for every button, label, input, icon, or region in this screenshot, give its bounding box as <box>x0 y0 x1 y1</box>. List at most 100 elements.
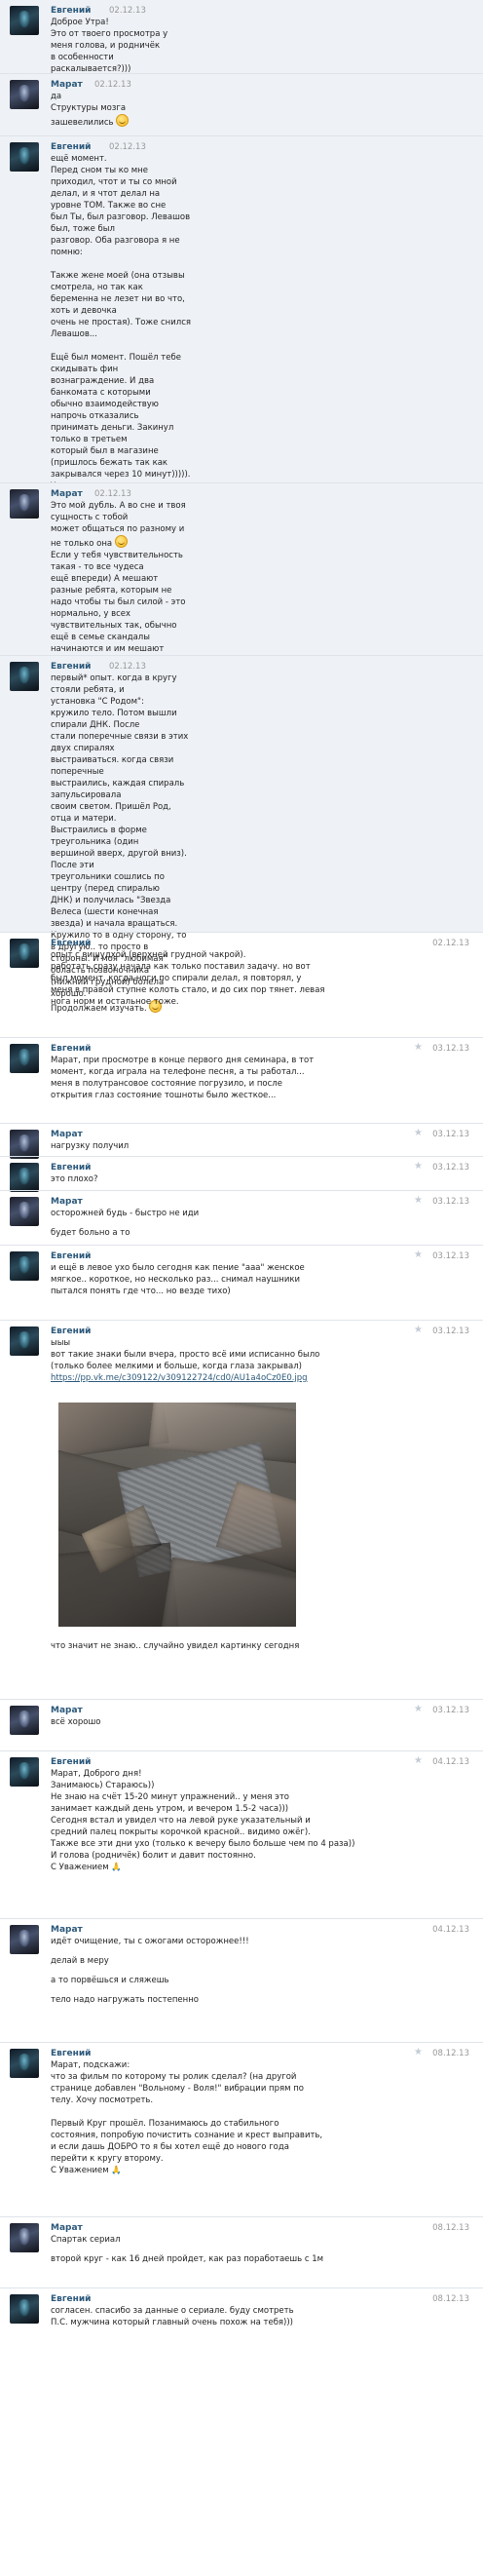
message-line: ещё момент. <box>51 153 191 165</box>
message-author[interactable]: Евгений <box>51 661 91 673</box>
message-author[interactable]: Евгений <box>51 1326 91 1337</box>
message-line: идёт очищение, ты с ожогами осторожнее!!… <box>51 1936 469 1947</box>
message-author[interactable]: Евгений <box>51 2048 91 2059</box>
message-text: принимать деньги. Закинул только в треть… <box>51 423 176 444</box>
avatar[interactable] <box>10 939 39 968</box>
message: Евгений 02.12.13 Доброе Утра! Это от твоего… <box>0 0 483 74</box>
star-icon[interactable]: ★ <box>414 1755 423 1767</box>
star-icon[interactable]: ★ <box>414 1128 423 1139</box>
message-line: опыт с вишудхой (верхней грудной чакрой)… <box>51 949 469 961</box>
message-date[interactable]: 03.12.13 <box>432 1043 469 1055</box>
message-author[interactable]: Марат <box>51 1196 83 1208</box>
message-date[interactable]: 02.12.13 <box>109 5 146 17</box>
message-author[interactable]: Марат <box>51 488 83 500</box>
message-line: вершиной вверх, другой вниз). После эти <box>51 848 191 871</box>
message-author[interactable]: Евгений <box>51 1043 91 1055</box>
star-icon[interactable]: ★ <box>414 1325 423 1336</box>
message: Марат 03.12.13 ★ всё хорошо <box>0 1699 483 1751</box>
message-date[interactable]: 03.12.13 <box>432 1129 469 1140</box>
message-line: средний палец покрыты корочкой красной..… <box>51 1826 469 1838</box>
message-date[interactable]: 03.12.13 <box>432 1196 469 1208</box>
praying-hands-icon: 🙏 <box>111 2166 122 2175</box>
message-date[interactable]: 03.12.13 <box>432 1250 469 1262</box>
attached-photo[interactable] <box>58 1403 296 1627</box>
message-author[interactable]: Евгений <box>51 1250 91 1262</box>
avatar[interactable] <box>10 2223 39 2252</box>
message-text: Занимаюсь) Стараюсь)) <box>51 1781 155 1790</box>
message-author[interactable]: Марат <box>51 1924 83 1936</box>
message-date[interactable]: 02.12.13 <box>94 488 131 500</box>
message-line: Спартак сериал <box>51 2234 469 2246</box>
message-date[interactable]: 03.12.13 <box>432 1705 469 1716</box>
message-line: выстраиваться. когда связи поперечные <box>51 754 191 778</box>
message-author[interactable]: Марат <box>51 1705 83 1716</box>
avatar[interactable] <box>10 1757 39 1787</box>
message-author[interactable]: Марат <box>51 1129 83 1140</box>
star-icon[interactable]: ★ <box>414 2047 423 2058</box>
avatar[interactable] <box>10 142 39 172</box>
message-text: средний палец покрыты корочкой красной..… <box>51 1827 311 1837</box>
avatar[interactable] <box>10 1044 39 1073</box>
star-icon[interactable]: ★ <box>414 1161 423 1173</box>
message-line: звезда) и начала вращаться. <box>51 918 191 930</box>
message-date[interactable]: 08.12.13 <box>432 2048 469 2059</box>
avatar[interactable] <box>10 1163 39 1192</box>
message-text: П.С. мужчина который главный очень похож… <box>51 2318 293 2327</box>
star-icon[interactable]: ★ <box>414 1250 423 1261</box>
message-date[interactable]: 04.12.13 <box>432 1924 469 1936</box>
message-text: Перед сном ты ко мне приходил, чтот и ты… <box>51 166 177 187</box>
message-date[interactable]: 08.12.13 <box>432 2222 469 2234</box>
avatar[interactable] <box>10 6 39 35</box>
message-author[interactable]: Евгений <box>51 5 91 17</box>
avatar[interactable] <box>10 1326 39 1356</box>
avatar[interactable] <box>10 1925 39 1954</box>
message-author[interactable]: Евгений <box>51 141 91 153</box>
message-text: С Уважением <box>51 1863 109 1872</box>
message-author[interactable]: Евгений <box>51 938 91 949</box>
image-link[interactable]: https://pp.vk.me/c309122/v309122724/cd0/… <box>51 1372 469 1384</box>
avatar[interactable] <box>10 80 39 109</box>
message-author[interactable]: Марат <box>51 79 83 91</box>
message-line: перейти к кругу второму. <box>51 2153 469 2165</box>
message-date[interactable]: 02.12.13 <box>109 661 146 673</box>
avatar[interactable] <box>10 489 39 519</box>
message-date[interactable]: 02.12.13 <box>432 938 469 949</box>
message-text: в особенности раскалывается?))) <box>51 53 131 74</box>
avatar[interactable] <box>10 1706 39 1735</box>
avatar[interactable] <box>10 1197 39 1226</box>
star-icon[interactable]: ★ <box>414 1042 423 1054</box>
message-date[interactable]: 02.12.13 <box>109 141 146 153</box>
message-author[interactable]: Евгений <box>51 2293 91 2305</box>
message-author[interactable]: Евгений <box>51 1756 91 1768</box>
avatar[interactable] <box>10 662 39 691</box>
message-line: который был в магазине (пришлось бежать … <box>51 445 191 469</box>
message-author[interactable]: Марат <box>51 2222 83 2234</box>
message-text: открытия глаз состояние тошноты было жес… <box>51 1091 277 1100</box>
message-text: ыыы <box>51 1338 71 1348</box>
message-text: согласен. спасибо за данные о сериале. б… <box>51 2306 294 2316</box>
message-text: странице добавлен "Вольному - Воля!" виб… <box>51 2084 304 2094</box>
message-line: и ещё в левое ухо было сегодня как пение… <box>51 1262 469 1274</box>
message-text: Не знаю на счёт 15-20 минут упражнений..… <box>51 1792 290 1802</box>
message-author[interactable]: Евгений <box>51 1162 91 1173</box>
message-body: Марат, при просмотре в конце первого дня… <box>51 1055 469 1101</box>
star-icon[interactable]: ★ <box>414 1704 423 1715</box>
message-date[interactable]: 03.12.13 <box>432 1162 469 1173</box>
message-line <box>51 2106 469 2118</box>
message-text: был момент, когда ноги по спирали делал,… <box>51 974 302 983</box>
star-icon[interactable]: ★ <box>414 1195 423 1207</box>
avatar[interactable] <box>10 2049 39 2078</box>
message-body: опыт с вишудхой (верхней грудной чакрой)… <box>51 949 469 1008</box>
message-text: Первый Круг прошёл. Позанимаюсь до стаби… <box>51 2119 279 2129</box>
avatar[interactable] <box>10 2294 39 2324</box>
message-date[interactable]: 03.12.13 <box>432 1326 469 1337</box>
message-date[interactable]: 08.12.13 <box>432 2293 469 2305</box>
message-date[interactable]: 04.12.13 <box>432 1756 469 1768</box>
message-text: Марат, подскажи: <box>51 2060 130 2070</box>
message-date[interactable]: 02.12.13 <box>94 79 131 91</box>
message-body: всё хорошо <box>51 1716 469 1728</box>
message: Евгений 04.12.13 ★ Марат, Доброго дня! Заним… <box>0 1750 483 1919</box>
message-text: нагрузку получил <box>51 1141 130 1151</box>
avatar[interactable] <box>10 1251 39 1281</box>
avatar[interactable] <box>10 1130 39 1159</box>
